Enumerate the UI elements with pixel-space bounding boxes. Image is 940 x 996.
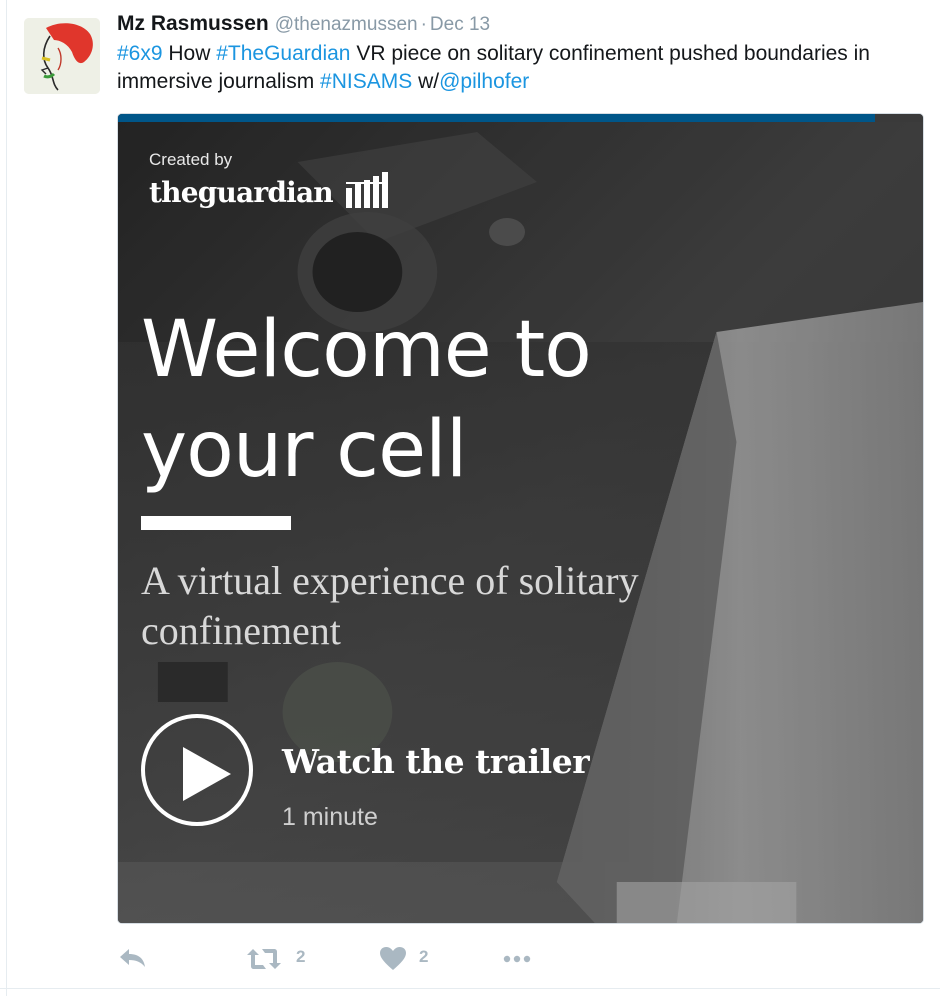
- tweet-date[interactable]: Dec 13: [430, 14, 490, 35]
- retweet-icon: [247, 949, 281, 969]
- like-count: 2: [419, 947, 429, 966]
- tweet-text-segment: How: [162, 42, 217, 65]
- reply-button[interactable]: [117, 942, 157, 976]
- tweet-actions: 2 2: [117, 942, 617, 976]
- video-card[interactable]: Created by theguardian Welcome to your c…: [117, 113, 924, 924]
- video-duration: 1 minute: [282, 803, 378, 831]
- headline-line: Welcome to: [141, 305, 592, 395]
- tweet-text: #6x9 How #TheGuardian VR piece on solita…: [117, 40, 932, 96]
- hashtag-6x9[interactable]: #6x9: [117, 42, 163, 65]
- separator-dot: ·: [420, 14, 427, 35]
- retweet-count: 2: [296, 947, 306, 966]
- tweet-text-segment: w/: [412, 70, 440, 93]
- tweet[interactable]: Mz Rasmussen @thenazmussen · Dec 13 #6x9 Ho…: [0, 0, 940, 988]
- avatar[interactable]: [24, 18, 100, 94]
- play-icon: [183, 747, 231, 801]
- headline-line: your cell: [141, 405, 467, 495]
- progress-bar: [118, 114, 875, 122]
- created-by-label: Created by: [149, 150, 233, 169]
- hashtag-nisams[interactable]: #NISAMS: [320, 70, 412, 93]
- headline: Welcome to your cell: [141, 300, 901, 500]
- play-button[interactable]: [141, 714, 253, 826]
- heart-icon: [380, 947, 406, 970]
- progress-track: [118, 114, 923, 122]
- guardian-bars-icon: [346, 172, 388, 208]
- tweet-header: Mz Rasmussen @thenazmussen · Dec 13: [117, 12, 490, 40]
- more-button[interactable]: [501, 942, 541, 976]
- subtitle-line: confinement: [141, 608, 341, 653]
- hashtag-theguardian[interactable]: #TheGuardian: [216, 42, 350, 65]
- like-button[interactable]: 2: [379, 942, 449, 976]
- headline-divider: [141, 516, 291, 530]
- watch-trailer-link[interactable]: Watch the trailer: [282, 742, 590, 781]
- more-icon: [503, 955, 531, 963]
- reply-icon: [120, 949, 145, 967]
- guardian-logo-text: theguardian: [149, 176, 334, 209]
- subtitle: A virtual experience of solitary confine…: [141, 556, 901, 656]
- author-handle[interactable]: @thenazmussen: [275, 14, 418, 35]
- author-name[interactable]: Mz Rasmussen: [117, 12, 269, 35]
- retweet-button[interactable]: 2: [246, 942, 326, 976]
- tweet-divider: [0, 988, 940, 989]
- mention-pilhofer[interactable]: @pilhofer: [439, 70, 529, 93]
- subtitle-line: A virtual experience of solitary: [141, 558, 639, 603]
